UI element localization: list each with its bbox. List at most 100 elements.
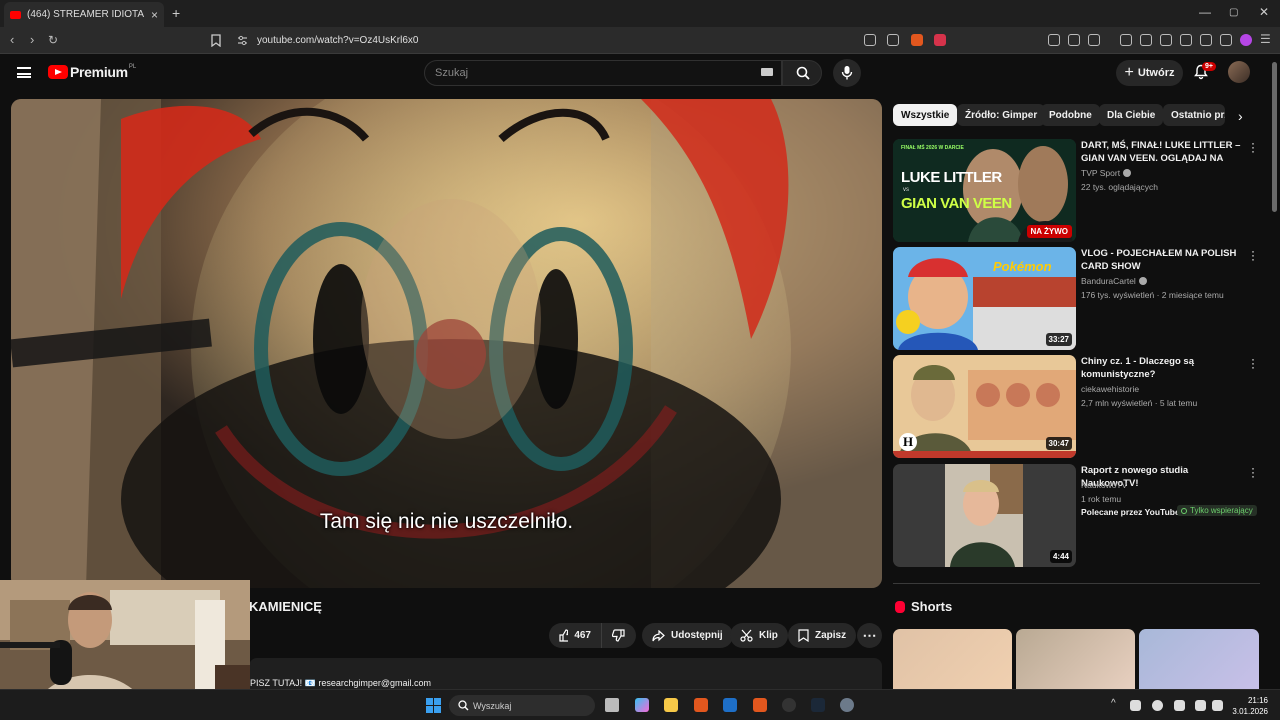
task-view-icon[interactable] [605, 698, 619, 712]
short-thumbnail[interactable] [893, 629, 1012, 689]
file-explorer-icon[interactable] [664, 698, 678, 712]
voice-search-button[interactable] [833, 59, 861, 87]
bookmark-icon[interactable] [211, 34, 221, 47]
recommendation-title[interactable]: DART, MŚ, FINAŁ! LUKE LITTLER – GIAN VAN… [1081, 139, 1247, 165]
tray-volume-icon[interactable] [1212, 700, 1223, 711]
browser-tab[interactable]: (464) STREAMER IDIOTA PRAWI × [4, 2, 164, 27]
chip-recent[interactable]: Ostatnio prz [1163, 104, 1225, 126]
youtube-premium-logo[interactable]: Premium PL [48, 64, 136, 80]
minimize-button[interactable]: — [1199, 5, 1211, 19]
music-icon[interactable] [1140, 34, 1152, 46]
tray-network-icon[interactable] [1195, 700, 1206, 711]
recommendation-item[interactable]: Pokémon 33:27 VLOG - POJECHAŁEM NA POLIS… [893, 245, 1263, 350]
steam-icon[interactable] [811, 698, 825, 712]
more-vertical-icon[interactable]: · · · [1251, 245, 1255, 265]
tray-onedrive-icon[interactable] [1152, 700, 1163, 711]
windows-taskbar: Wyszukaj ^ 21:16 3.01.2026 [0, 689, 1280, 720]
notification-badge: 9+ [1202, 62, 1216, 71]
video-thumbnail[interactable]: FINAŁ MŚ 2026 W DARCIE LUKE LITTLER vs G… [893, 139, 1076, 242]
hamburger-menu-icon[interactable] [17, 67, 31, 78]
more-vertical-icon[interactable]: · · · [1251, 353, 1255, 373]
members-only-badge: Tylko wspierający [1177, 505, 1257, 516]
channel-name[interactable]: TVP Sport [1081, 168, 1132, 178]
puzzle-icon[interactable] [1068, 34, 1080, 46]
recommendation-item[interactable]: H 30:47 Chiny cz. 1 - Dlaczego są komuni… [893, 353, 1263, 458]
forward-icon[interactable]: › [30, 32, 34, 47]
profile-icon[interactable] [1240, 34, 1252, 46]
more-vertical-icon[interactable]: · · · [1251, 137, 1255, 157]
close-tab-icon[interactable]: × [151, 8, 158, 22]
store-icon[interactable] [723, 698, 737, 712]
more-vertical-icon[interactable]: · · · [1251, 462, 1255, 482]
video-thumbnail[interactable]: H 30:47 [893, 355, 1076, 458]
create-button[interactable]: + Utwórz [1116, 60, 1183, 86]
clip-button[interactable]: Klip [730, 623, 788, 648]
video-thumbnail[interactable]: 4:44 [893, 464, 1076, 567]
copilot-icon[interactable] [635, 698, 649, 712]
share-button[interactable]: Udostępnij [642, 623, 733, 648]
obs-icon[interactable] [782, 698, 796, 712]
site-settings-icon[interactable] [237, 35, 248, 46]
user-avatar[interactable] [1228, 61, 1250, 83]
back-icon[interactable]: ‹ [10, 32, 14, 47]
close-window-button[interactable]: ✕ [1259, 5, 1269, 19]
menu-icon[interactable]: ☰ [1260, 32, 1271, 46]
history-channel-logo: H [899, 433, 917, 451]
like-button[interactable]: 467 [549, 623, 601, 648]
short-thumbnail[interactable] [1139, 629, 1259, 689]
wallet-icon[interactable] [1180, 34, 1192, 46]
taskbar-clock[interactable]: 21:16 3.01.2026 [1232, 695, 1268, 717]
brave-shields-icon[interactable] [911, 34, 923, 46]
vpn-icon[interactable] [1220, 34, 1232, 46]
cast-icon[interactable] [864, 34, 876, 46]
verified-icon [1138, 277, 1147, 285]
brave-active-icon[interactable] [753, 698, 767, 712]
new-tab-button[interactable]: + [172, 5, 180, 21]
page-scrollbar[interactable] [1272, 62, 1277, 212]
video-player[interactable]: Tam się nic nie uszczelniło. [11, 99, 882, 588]
extension-icon[interactable] [1048, 34, 1060, 46]
settings-gear-icon[interactable] [840, 698, 854, 712]
search-button[interactable] [782, 60, 822, 86]
channel-name[interactable]: BanduraCartel [1081, 276, 1147, 286]
recommendation-item[interactable]: FINAŁ MŚ 2026 W DARCIE LUKE LITTLER vs G… [893, 137, 1263, 242]
dislike-button[interactable] [601, 623, 636, 648]
chip-related[interactable]: Podobne [1041, 104, 1100, 126]
logo-region: PL [128, 64, 137, 70]
more-actions-button[interactable]: ⋯ [857, 623, 882, 648]
brave-rewards-icon[interactable] [934, 34, 946, 46]
keyboard-icon[interactable] [761, 68, 773, 76]
leo-icon[interactable] [1200, 34, 1212, 46]
tray-app-icon[interactable] [1130, 700, 1141, 711]
url-field[interactable]: youtube.com/watch?v=Oz4UsKrl6x0 [230, 30, 1090, 51]
chip-all[interactable]: Wszystkie [893, 104, 958, 126]
channel-name[interactable]: NaukowoTV [1081, 480, 1127, 490]
search-input[interactable]: Szukaj [424, 60, 782, 86]
tray-mic-icon[interactable] [1174, 700, 1185, 711]
chevron-right-icon[interactable]: › [1238, 108, 1243, 124]
short-thumbnail[interactable] [1016, 629, 1135, 689]
screenshot-icon[interactable] [1088, 34, 1100, 46]
video-meta: 176 tys. wyświetleń · 2 miesiące temu [1081, 290, 1224, 300]
windows-start-icon[interactable] [426, 698, 441, 713]
taskbar-search-placeholder: Wyszukaj [473, 700, 512, 711]
chip-for-you[interactable]: Dla Ciebie [1099, 104, 1164, 126]
thumbnail-top-text: FINAŁ MŚ 2026 W DARCIE [901, 145, 964, 151]
microphone-icon [841, 66, 853, 80]
sidebar-icon[interactable] [1160, 34, 1172, 46]
channel-label: TVP Sport [1081, 168, 1121, 178]
tray-chevron-up-icon[interactable]: ^ [1111, 698, 1116, 709]
chip-source[interactable]: Źródło: Gimper [957, 104, 1046, 126]
maximize-button[interactable]: ▢ [1229, 7, 1238, 18]
download-icon[interactable] [1120, 34, 1132, 46]
save-button[interactable]: Zapisz [788, 623, 857, 648]
video-thumbnail[interactable]: Pokémon 33:27 [893, 247, 1076, 350]
channel-name[interactable]: ciekawehistorie [1081, 384, 1139, 394]
reload-icon[interactable]: ↻ [48, 33, 58, 47]
share-page-icon[interactable] [887, 34, 899, 46]
brave-icon[interactable] [694, 698, 708, 712]
recommendation-title[interactable]: Chiny cz. 1 - Dlaczego są komunistyczne? [1081, 355, 1247, 381]
recommendation-item[interactable]: 4:44 Raport z nowego studia NaukowoTV! N… [893, 462, 1263, 567]
recommendation-title[interactable]: VLOG - POJECHAŁEM NA POLISH CARD SHOW [1081, 247, 1247, 273]
taskbar-search[interactable]: Wyszukaj [449, 695, 595, 716]
